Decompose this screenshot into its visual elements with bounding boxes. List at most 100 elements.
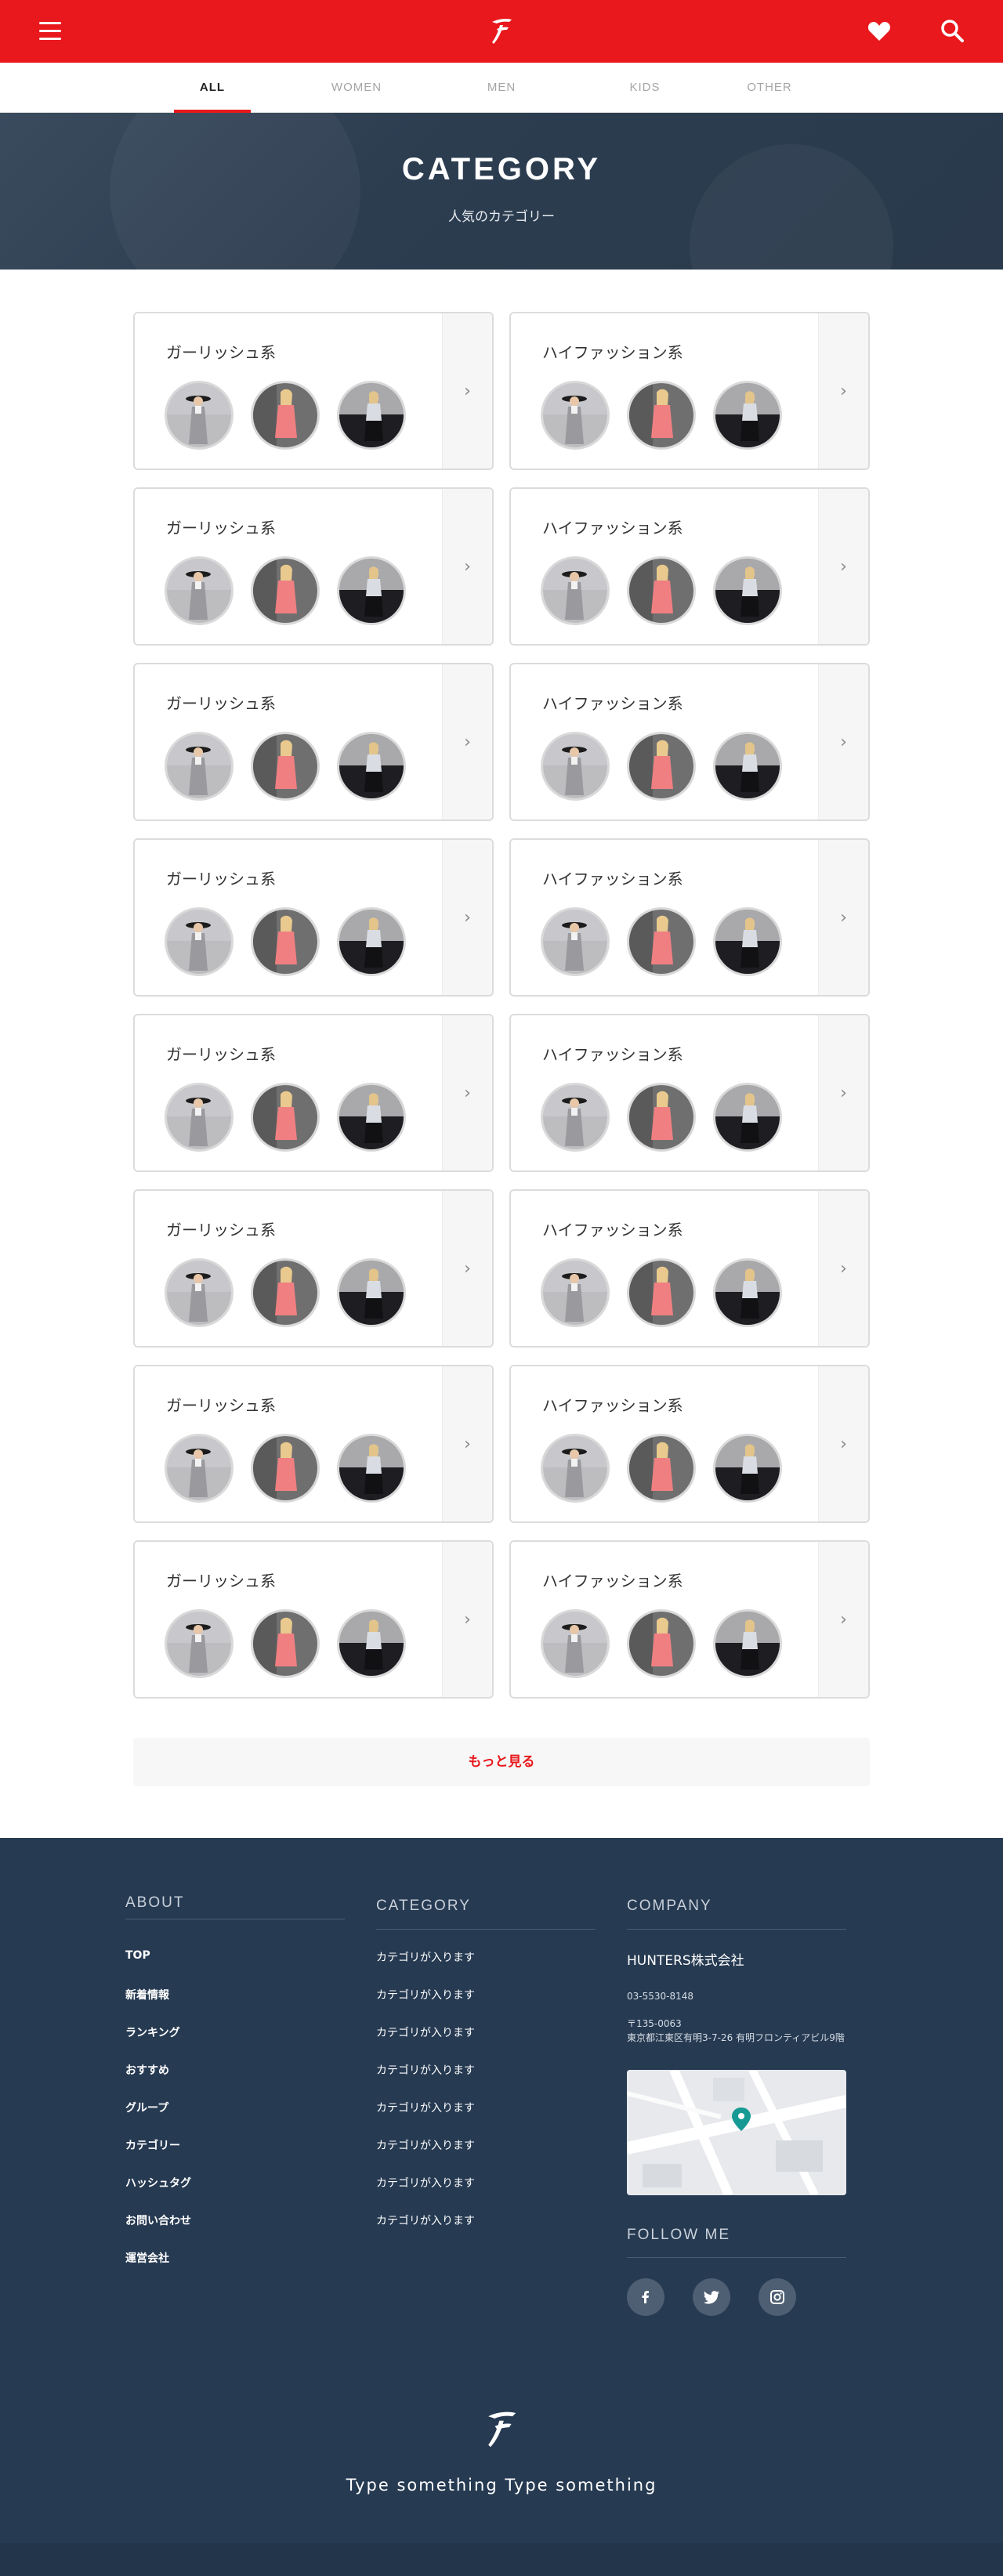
model-photo-avatar[interactable] (251, 556, 320, 625)
model-photo-avatar[interactable] (165, 556, 234, 625)
heart-icon[interactable] (867, 19, 892, 44)
model-photo-avatar[interactable] (337, 732, 406, 801)
category-card[interactable]: ガーリッシュ系 › (133, 487, 494, 646)
chevron-right-icon[interactable]: › (818, 1366, 868, 1521)
chevron-right-icon[interactable]: › (442, 664, 492, 819)
model-photo-avatar[interactable] (627, 556, 696, 625)
footer-category-link[interactable]: カテゴリが入ります (376, 2175, 475, 2191)
footer-category-link[interactable]: カテゴリが入ります (376, 2024, 475, 2040)
model-photo-avatar[interactable] (251, 1434, 320, 1503)
chevron-right-icon[interactable]: › (818, 664, 868, 819)
footer-category-link[interactable]: カテゴリが入ります (376, 1987, 475, 2003)
model-photo-avatar[interactable] (627, 1434, 696, 1503)
chevron-right-icon[interactable]: › (442, 489, 492, 644)
model-photo-avatar[interactable] (713, 907, 782, 976)
chevron-right-icon[interactable]: › (442, 1542, 492, 1697)
footer-about-link[interactable]: ハッシュタグ (125, 2175, 191, 2191)
model-photo-avatar[interactable] (337, 1609, 406, 1678)
tab-all[interactable]: ALL (174, 63, 251, 113)
model-photo-avatar[interactable] (627, 1609, 696, 1678)
model-photo-avatar[interactable] (165, 732, 234, 801)
model-photo-avatar[interactable] (713, 556, 782, 625)
model-photo-avatar[interactable] (165, 381, 234, 450)
model-photo-avatar[interactable] (627, 732, 696, 801)
category-card[interactable]: ハイファッション系 › (509, 1189, 870, 1348)
category-card[interactable]: ハイファッション系 › (509, 312, 870, 470)
chevron-right-icon[interactable]: › (818, 840, 868, 995)
model-photo-avatar[interactable] (713, 381, 782, 450)
footer-about-link[interactable]: TOP (125, 1949, 150, 1962)
model-photo-avatar[interactable] (251, 732, 320, 801)
category-card[interactable]: ガーリッシュ系 › (133, 838, 494, 997)
tab-men[interactable]: MEN (462, 63, 541, 113)
model-photo-avatar[interactable] (251, 1609, 320, 1678)
category-card[interactable]: ハイファッション系 › (509, 1014, 870, 1172)
brand-logo-icon[interactable] (480, 2405, 523, 2454)
chevron-right-icon[interactable]: › (442, 1191, 492, 1346)
category-card[interactable]: ハイファッション系 › (509, 663, 870, 821)
model-photo-avatar[interactable] (165, 1258, 234, 1327)
model-photo-avatar[interactable] (541, 381, 610, 450)
footer-about-link[interactable]: カテゴリー (125, 2137, 180, 2153)
footer-category-link[interactable]: カテゴリが入ります (376, 2212, 475, 2228)
model-photo-avatar[interactable] (627, 1083, 696, 1152)
category-card[interactable]: ガーリッシュ系 › (133, 1189, 494, 1348)
category-card[interactable]: ハイファッション系 › (509, 838, 870, 997)
model-photo-avatar[interactable] (337, 1434, 406, 1503)
footer-category-link[interactable]: カテゴリが入ります (376, 1949, 475, 1965)
model-photo-avatar[interactable] (165, 1083, 234, 1152)
chevron-right-icon[interactable]: › (818, 1542, 868, 1697)
chevron-right-icon[interactable]: › (442, 840, 492, 995)
category-card[interactable]: ガーリッシュ系 › (133, 663, 494, 821)
footer-category-link[interactable]: カテゴリが入ります (376, 2137, 475, 2153)
category-card[interactable]: ガーリッシュ系 › (133, 1014, 494, 1172)
twitter-icon[interactable] (693, 2278, 730, 2316)
model-photo-avatar[interactable] (337, 1258, 406, 1327)
load-more-button[interactable]: もっと見る (133, 1738, 870, 1786)
model-photo-avatar[interactable] (541, 732, 610, 801)
category-card[interactable]: ガーリッシュ系 › (133, 1365, 494, 1523)
model-photo-avatar[interactable] (627, 381, 696, 450)
model-photo-avatar[interactable] (713, 732, 782, 801)
chevron-right-icon[interactable]: › (818, 489, 868, 644)
footer-category-link[interactable]: カテゴリが入ります (376, 2100, 475, 2115)
footer-about-link[interactable]: ランキング (125, 2024, 180, 2040)
facebook-icon[interactable] (627, 2278, 664, 2316)
brand-logo-icon[interactable] (486, 14, 517, 49)
category-card[interactable]: ガーリッシュ系 › (133, 1540, 494, 1699)
chevron-right-icon[interactable]: › (442, 1366, 492, 1521)
model-photo-avatar[interactable] (337, 556, 406, 625)
model-photo-avatar[interactable] (541, 1609, 610, 1678)
model-photo-avatar[interactable] (541, 556, 610, 625)
footer-about-link[interactable]: 新着情報 (125, 1987, 169, 2003)
chevron-right-icon[interactable]: › (818, 1191, 868, 1346)
model-photo-avatar[interactable] (627, 1258, 696, 1327)
model-photo-avatar[interactable] (713, 1609, 782, 1678)
model-photo-avatar[interactable] (337, 907, 406, 976)
category-card[interactable]: ハイファッション系 › (509, 1365, 870, 1523)
model-photo-avatar[interactable] (541, 1434, 610, 1503)
model-photo-avatar[interactable] (251, 381, 320, 450)
footer-about-link[interactable]: おすすめ (125, 2062, 169, 2078)
model-photo-avatar[interactable] (251, 1083, 320, 1152)
chevron-right-icon[interactable]: › (442, 313, 492, 469)
model-photo-avatar[interactable] (337, 381, 406, 450)
model-photo-avatar[interactable] (713, 1434, 782, 1503)
model-photo-avatar[interactable] (627, 907, 696, 976)
model-photo-avatar[interactable] (165, 1434, 234, 1503)
tab-other[interactable]: OTHER (730, 63, 809, 113)
instagram-icon[interactable] (759, 2278, 796, 2316)
chevron-right-icon[interactable]: › (818, 313, 868, 469)
model-photo-avatar[interactable] (713, 1083, 782, 1152)
footer-category-link[interactable]: カテゴリが入ります (376, 2062, 475, 2078)
footer-about-link[interactable]: 運営会社 (125, 2250, 169, 2266)
category-card[interactable]: ガーリッシュ系 › (133, 312, 494, 470)
search-icon[interactable] (939, 17, 965, 44)
location-map[interactable] (627, 2070, 846, 2195)
model-photo-avatar[interactable] (337, 1083, 406, 1152)
model-photo-avatar[interactable] (541, 1083, 610, 1152)
footer-about-link[interactable]: グループ (125, 2100, 168, 2115)
model-photo-avatar[interactable] (713, 1258, 782, 1327)
chevron-right-icon[interactable]: › (818, 1015, 868, 1170)
footer-about-link[interactable]: お問い合わせ (125, 2212, 191, 2228)
